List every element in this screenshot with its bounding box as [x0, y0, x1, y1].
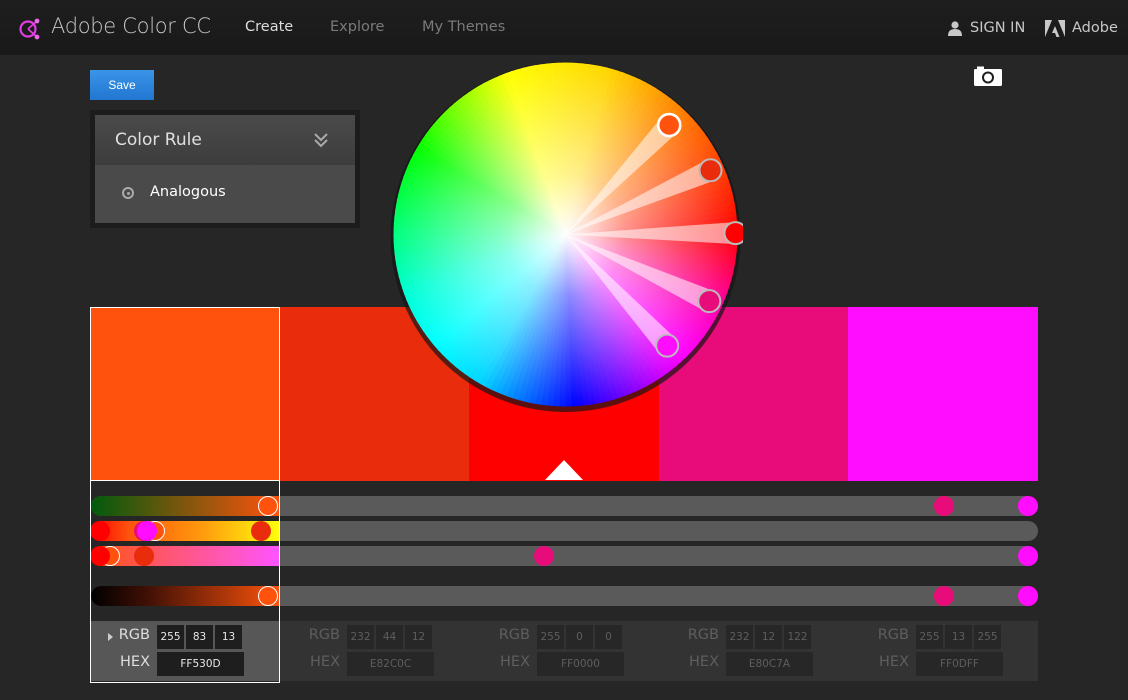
- slider-handle[interactable]: [250, 521, 271, 541]
- slider-gradient-brightness: [91, 586, 279, 606]
- slider-gradient-r: [91, 496, 279, 516]
- wheel-handle[interactable]: [698, 158, 723, 183]
- slider-handle[interactable]: [133, 546, 154, 566]
- rgb-r-field[interactable]: 255: [537, 625, 564, 649]
- wheel-handle[interactable]: [723, 221, 743, 246]
- rgb-g-field[interactable]: 44: [376, 625, 403, 649]
- hex-field[interactable]: FF0000: [537, 652, 624, 676]
- rgb-label: RGB: [118, 627, 150, 643]
- wheel-handle[interactable]: [697, 289, 722, 314]
- nav-explore[interactable]: Explore: [330, 19, 384, 35]
- color-rule-title: Color Rule: [115, 130, 202, 150]
- nav-create[interactable]: Create: [245, 19, 293, 35]
- radio-selected-icon[interactable]: [122, 187, 134, 199]
- rgb-r-field[interactable]: 255: [916, 625, 943, 649]
- sign-in-label: SIGN IN: [970, 20, 1026, 36]
- color-rule-option-analogous[interactable]: Analogous: [95, 165, 355, 223]
- color-swatch[interactable]: [90, 307, 280, 481]
- wheel-handle[interactable]: [655, 333, 680, 358]
- rgb-b-field[interactable]: 13: [215, 625, 242, 649]
- rgb-g-field[interactable]: 12: [755, 625, 782, 649]
- rgb-g-field[interactable]: 0: [566, 625, 593, 649]
- adobe-color-logo-icon[interactable]: [18, 16, 42, 40]
- nav-my-themes[interactable]: My Themes: [422, 19, 505, 35]
- rgb-label: RGB: [498, 627, 530, 643]
- hex-label: HEX: [879, 654, 909, 670]
- hex-field[interactable]: E80C7A: [726, 652, 813, 676]
- top-bar: Adobe Color CC Create Explore My Themes …: [0, 0, 1128, 55]
- color-rule-dropdown[interactable]: Color Rule: [95, 115, 355, 165]
- color-value-group: RGB HEX 255 83 13 FF530D: [92, 625, 277, 679]
- color-rule-panel: Color Rule Analogous: [90, 110, 360, 228]
- rgb-g-field[interactable]: 13: [945, 625, 972, 649]
- user-icon: [948, 21, 962, 36]
- rgb-label: RGB: [687, 627, 719, 643]
- color-value-group: RGB HEX 232 12 122 E80C7A: [661, 625, 846, 679]
- color-value-group: RGB HEX 255 13 255 FF0DFF: [851, 625, 1036, 679]
- rgb-label: RGB: [308, 627, 340, 643]
- hex-label: HEX: [120, 654, 150, 670]
- hex-label: HEX: [310, 654, 340, 670]
- slider-handle[interactable]: [258, 496, 278, 516]
- rgb-r-field[interactable]: 232: [347, 625, 374, 649]
- slider-handle[interactable]: [1018, 586, 1038, 606]
- rgb-b-field[interactable]: 255: [974, 625, 1001, 649]
- hex-field[interactable]: E82C0C: [347, 652, 434, 676]
- camera-icon[interactable]: [974, 66, 1002, 86]
- rgb-b-field[interactable]: 122: [784, 625, 811, 649]
- rgb-b-field[interactable]: 12: [405, 625, 432, 649]
- color-value-group: RGB HEX 232 44 12 E82C0C: [282, 625, 467, 679]
- rgb-r-field[interactable]: 232: [726, 625, 753, 649]
- color-rule-selected-label: Analogous: [150, 184, 226, 200]
- slider-handle[interactable]: [1018, 496, 1038, 516]
- slider-handle[interactable]: [533, 546, 554, 566]
- adobe-label: Adobe: [1072, 20, 1118, 36]
- color-value-group: RGB HEX 255 0 0 FF0000: [472, 625, 657, 679]
- slider-handle[interactable]: [90, 521, 110, 541]
- adobe-logo-icon: [1045, 19, 1065, 37]
- hex-field[interactable]: FF530D: [157, 652, 244, 676]
- sign-in-button[interactable]: SIGN IN: [947, 18, 1025, 38]
- save-button[interactable]: Save: [90, 70, 154, 100]
- hex-field[interactable]: FF0DFF: [916, 652, 1003, 676]
- slider-handle[interactable]: [258, 586, 278, 606]
- rgb-r-field[interactable]: 255: [157, 625, 184, 649]
- hex-label: HEX: [689, 654, 719, 670]
- rgb-label: RGB: [877, 627, 909, 643]
- rgb-g-field[interactable]: 83: [186, 625, 213, 649]
- slider-handle[interactable]: [90, 546, 110, 566]
- color-wheel[interactable]: [388, 57, 743, 412]
- app-title[interactable]: Adobe Color CC: [51, 14, 211, 38]
- color-swatch[interactable]: [848, 307, 1038, 481]
- double-chevron-down-icon[interactable]: [313, 131, 329, 149]
- hex-label: HEX: [500, 654, 530, 670]
- rgb-b-field[interactable]: 0: [595, 625, 622, 649]
- wheel-handle[interactable]: [656, 112, 682, 138]
- slider-handle[interactable]: [1018, 546, 1038, 566]
- active-swatch-pointer-icon: [545, 460, 583, 480]
- adobe-link[interactable]: Adobe: [1045, 18, 1118, 38]
